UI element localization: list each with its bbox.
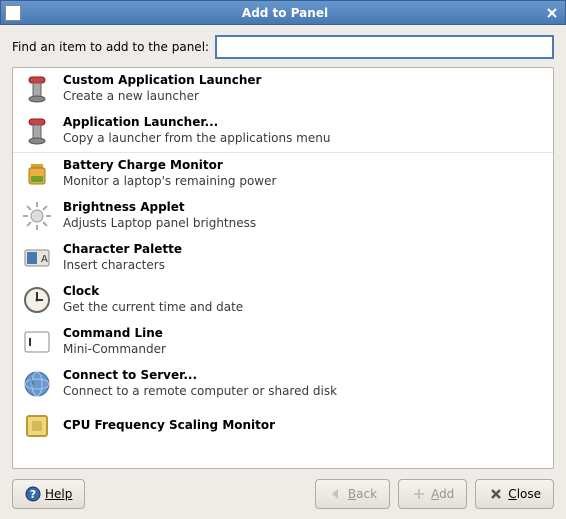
- help-button-label: Help: [45, 487, 72, 501]
- help-icon: ?: [25, 486, 41, 502]
- list-item-desc: Copy a launcher from the applications me…: [63, 131, 545, 147]
- list-item[interactable]: Custom Application LauncherCreate a new …: [13, 68, 553, 110]
- add-icon: [411, 486, 427, 502]
- titlebar: Add to Panel: [0, 0, 566, 25]
- list-item-name: Brightness Applet: [63, 200, 545, 216]
- launcher-icon: [21, 115, 53, 147]
- list-item-name: Connect to Server...: [63, 368, 545, 384]
- list-item-desc: Get the current time and date: [63, 300, 545, 316]
- search-row: Find an item to add to the panel:: [12, 35, 554, 59]
- list-item-name: Battery Charge Monitor: [63, 158, 545, 174]
- brightness-icon: [21, 200, 53, 232]
- list-item-name: CPU Frequency Scaling Monitor: [63, 418, 545, 434]
- palette-icon: A: [21, 242, 53, 274]
- list-item[interactable]: CPU Frequency Scaling Monitor: [13, 405, 553, 447]
- list-item-text: ClockGet the current time and date: [63, 284, 545, 315]
- list-item-desc: Monitor a laptop's remaining power: [63, 174, 545, 190]
- list-item-desc: Create a new launcher: [63, 89, 545, 105]
- list-item-name: Custom Application Launcher: [63, 73, 545, 89]
- list-item[interactable]: Command LineMini-Commander: [13, 321, 553, 363]
- list-item-desc: Adjusts Laptop panel brightness: [63, 216, 545, 232]
- list-item-text: Application Launcher...Copy a launcher f…: [63, 115, 545, 146]
- list-item-text: Character PaletteInsert characters: [63, 242, 545, 273]
- list-item-text: Brightness AppletAdjusts Laptop panel br…: [63, 200, 545, 231]
- list-item-desc: Connect to a remote computer or shared d…: [63, 384, 545, 400]
- list-item-name: Clock: [63, 284, 545, 300]
- list-item-name: Application Launcher...: [63, 115, 545, 131]
- list-item-text: Battery Charge MonitorMonitor a laptop's…: [63, 158, 545, 189]
- list-item-name: Command Line: [63, 326, 545, 342]
- applet-list: Custom Application LauncherCreate a new …: [12, 67, 554, 469]
- close-button[interactable]: Close: [475, 479, 554, 509]
- applet-list-scroll[interactable]: Custom Application LauncherCreate a new …: [13, 68, 553, 468]
- clock-icon: [21, 284, 53, 316]
- list-item-text: Custom Application LauncherCreate a new …: [63, 73, 545, 104]
- list-item-text: Command LineMini-Commander: [63, 326, 545, 357]
- list-item[interactable]: Application Launcher...Copy a launcher f…: [13, 110, 553, 153]
- list-item[interactable]: Brightness AppletAdjusts Laptop panel br…: [13, 195, 553, 237]
- list-item-text: CPU Frequency Scaling Monitor: [63, 418, 545, 434]
- globe-icon: [21, 368, 53, 400]
- list-item-text: Connect to Server...Connect to a remote …: [63, 368, 545, 399]
- cancel-icon: [488, 486, 504, 502]
- list-item[interactable]: Battery Charge MonitorMonitor a laptop's…: [13, 153, 553, 195]
- window-icon: [5, 5, 21, 21]
- list-item-name: Character Palette: [63, 242, 545, 258]
- cpu-icon: [21, 410, 53, 442]
- add-button: Add: [398, 479, 467, 509]
- back-icon: [328, 486, 344, 502]
- dialog-buttons: ? Help Back Add Close: [12, 479, 554, 509]
- list-item[interactable]: A Character PaletteInsert characters: [13, 237, 553, 279]
- window-title: Add to Panel: [27, 6, 543, 20]
- search-input[interactable]: [215, 35, 554, 59]
- list-item[interactable]: ClockGet the current time and date: [13, 279, 553, 321]
- svg-text:A: A: [41, 254, 48, 265]
- battery-icon: [21, 158, 53, 190]
- list-item-desc: Insert characters: [63, 258, 545, 274]
- svg-text:?: ?: [30, 488, 36, 501]
- close-icon[interactable]: [543, 4, 561, 22]
- back-button: Back: [315, 479, 390, 509]
- list-item-desc: Mini-Commander: [63, 342, 545, 358]
- help-button[interactable]: ? Help: [12, 479, 85, 509]
- search-label: Find an item to add to the panel:: [12, 40, 209, 54]
- list-item[interactable]: Connect to Server...Connect to a remote …: [13, 363, 553, 405]
- terminal-icon: [21, 326, 53, 358]
- window-body: Find an item to add to the panel: Custom…: [0, 25, 566, 519]
- launcher-icon: [21, 73, 53, 105]
